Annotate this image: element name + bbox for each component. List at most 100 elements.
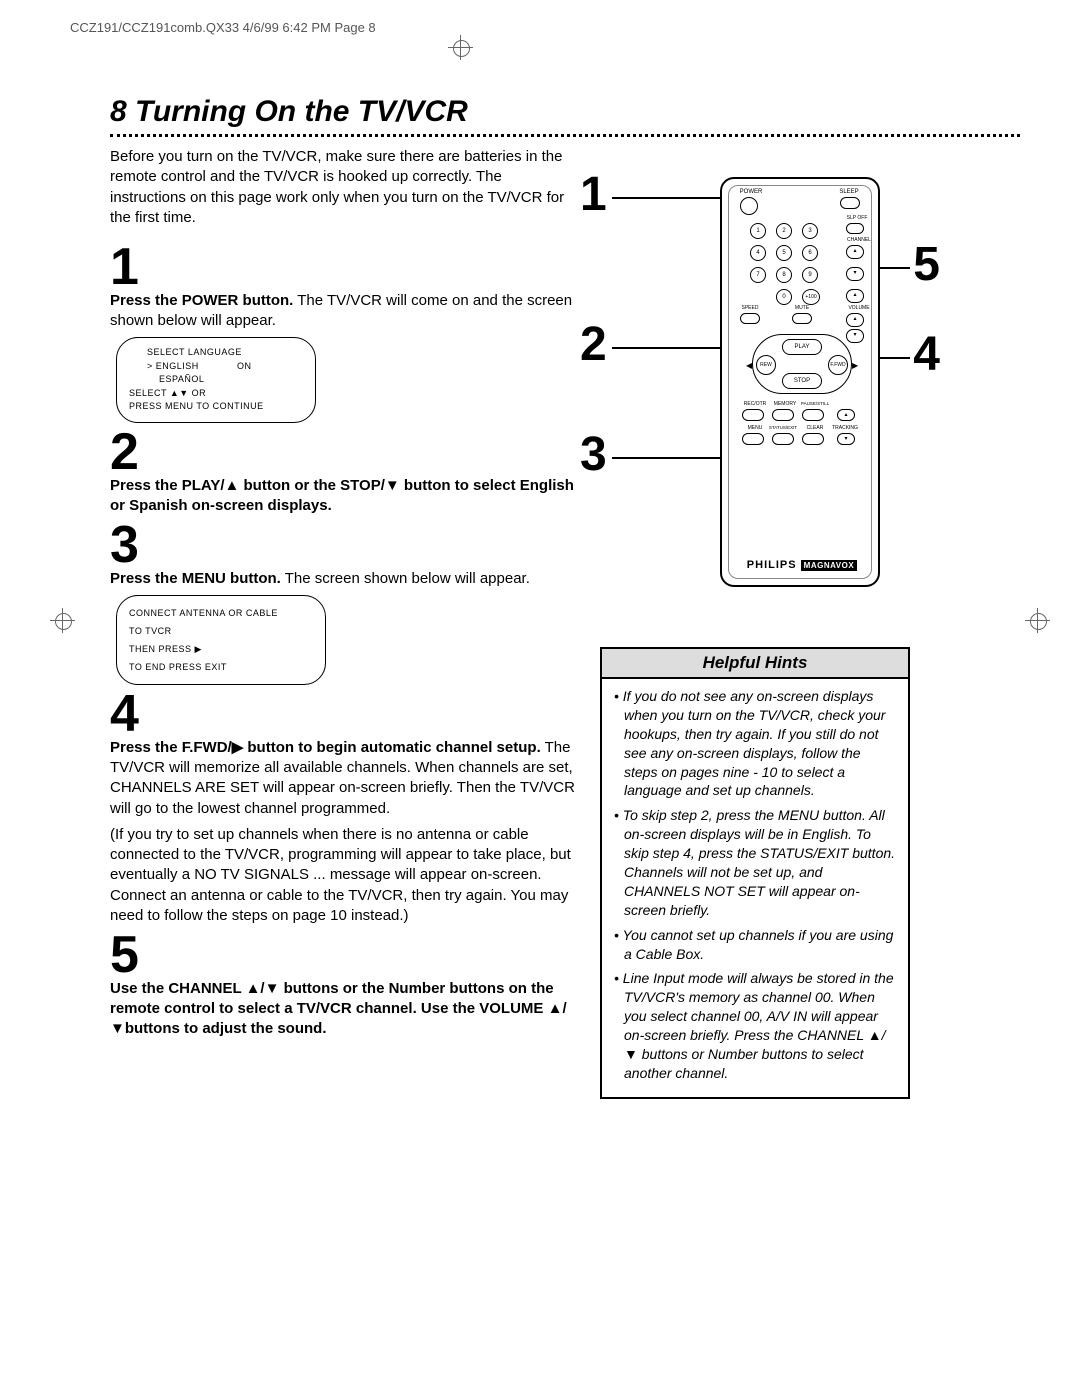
page-title: 8 Turning On the TV/VCR	[110, 95, 1020, 129]
page-number: 8	[110, 95, 127, 128]
num-8: 8	[776, 267, 792, 283]
sleep-button	[840, 197, 860, 209]
slpoff-button	[846, 223, 864, 234]
channel-up: ▴	[846, 245, 864, 259]
step-1-text: Press the POWER button. The TV/VCR will …	[110, 291, 580, 332]
osd2-l1: CONNECT ANTENNA OR CABLE	[129, 604, 313, 622]
plus100-button: +100	[802, 289, 820, 305]
right-column: 1 2 3 4 5 POWER SLEEP 1 2 3 4	[600, 147, 910, 1099]
num-3: 3	[802, 223, 818, 239]
hint-2: To skip step 2, press the MENU button. A…	[614, 806, 896, 919]
remote-diagram: 1 2 3 4 5 POWER SLEEP 1 2 3 4	[600, 177, 910, 607]
num-6: 6	[802, 245, 818, 261]
step-5-text: Use the CHANNEL ▲/▼ buttons or the Numbe…	[110, 979, 580, 1040]
power-button	[740, 197, 758, 215]
tracking-down: ▾	[837, 433, 855, 445]
callout-1: 1	[580, 167, 607, 222]
recotr-label: REC/OTR	[740, 401, 770, 407]
crop-mark-top	[460, 35, 461, 60]
step-4-text: Press the F.FWD/▶ button to begin automa…	[110, 738, 580, 819]
callout-2: 2	[580, 317, 607, 372]
remote-brand: PHILIPS MAGNAVOX	[722, 559, 882, 571]
step-3-text: Press the MENU button. The screen shown …	[110, 569, 580, 589]
volume-label: VOLUME	[844, 305, 874, 311]
memory-label: MEMORY	[770, 401, 800, 407]
speed-button	[740, 313, 760, 324]
remote-outline: POWER SLEEP 1 2 3 4 5 6 7 8 9 0 +100 SLP…	[720, 177, 880, 587]
num-0: 0	[776, 289, 792, 305]
num-2: 2	[776, 223, 792, 239]
status-label: STATUS/EXIT	[766, 425, 800, 430]
osd-connect-box: CONNECT ANTENNA OR CABLE TO TVCR THEN PR…	[116, 595, 326, 685]
stop-button: STOP	[782, 373, 822, 389]
clear-button	[802, 433, 824, 445]
tracking-up: ▴	[837, 409, 855, 421]
step-1-bold: Press the POWER button.	[110, 292, 293, 309]
step-1-number: 1	[110, 244, 580, 291]
mute-button	[792, 313, 812, 324]
callout-3-line	[612, 457, 732, 459]
play-button: PLAY	[782, 339, 822, 355]
step-2-number: 2	[110, 429, 580, 476]
callout-5: 5	[913, 237, 940, 292]
step-3-number: 3	[110, 522, 580, 569]
step-5-number: 5	[110, 932, 580, 979]
step-3-rest: The screen shown below will appear.	[281, 570, 530, 587]
status-button	[772, 433, 794, 445]
osd1-foot2: PRESS MENU TO CONTINUE	[129, 400, 303, 414]
step-2-text: Press the PLAY/▲ button or the STOP/▼ bu…	[110, 476, 580, 517]
brand-philips: PHILIPS	[747, 559, 797, 571]
hint-1: If you do not see any on-screen displays…	[614, 687, 896, 800]
osd1-english: > ENGLISH	[147, 360, 237, 374]
osd1-title: SELECT LANGUAGE	[129, 346, 303, 360]
mute-label: MUTE	[790, 305, 814, 311]
num-4: 4	[750, 245, 766, 261]
step-2-bold: Press the PLAY/▲ button or the STOP/▼ bu…	[110, 477, 574, 514]
ffwd-arrow-icon: ▶	[852, 361, 858, 370]
brand-magnavox: MAGNAVOX	[801, 560, 858, 571]
osd2-l2: TO TVCR	[129, 622, 313, 640]
crop-mark-left	[50, 620, 75, 621]
num-5: 5	[776, 245, 792, 261]
osd1-espanol: ESPAÑOL	[129, 373, 303, 387]
hints-title: Helpful Hints	[602, 649, 908, 679]
memory-button	[772, 409, 794, 421]
hint-4: Line Input mode will always be stored in…	[614, 969, 896, 1082]
hint-3: You cannot set up channels if you are us…	[614, 926, 896, 964]
doc-header: CCZ191/CCZ191comb.QX33 4/6/99 6:42 PM Pa…	[70, 20, 1020, 35]
vol-down: ▾	[846, 329, 864, 343]
left-column: Before you turn on the TV/VCR, make sure…	[110, 147, 580, 1099]
recotr-button	[742, 409, 764, 421]
num-7: 7	[750, 267, 766, 283]
hints-body: If you do not see any on-screen displays…	[602, 679, 908, 1097]
num-9: 9	[802, 267, 818, 283]
crop-mark-right	[1025, 620, 1050, 621]
clear-label: CLEAR	[800, 425, 830, 431]
pause-button	[802, 409, 824, 421]
title-text: Turning On the TV/VCR	[135, 95, 468, 128]
channel-extra: ▴	[846, 289, 864, 303]
callout-1-line	[612, 197, 722, 199]
callout-4: 4	[913, 327, 940, 382]
menu-button	[742, 433, 764, 445]
pause-label: PAUSE/STILL	[800, 401, 830, 406]
osd2-l4: TO END PRESS EXIT	[129, 658, 313, 676]
num-1: 1	[750, 223, 766, 239]
speed-label: SPEED	[738, 305, 762, 311]
helpful-hints-box: Helpful Hints If you do not see any on-s…	[600, 647, 910, 1099]
rew-arrow-icon: ◀	[746, 361, 752, 370]
ffwd-button: F.FWD	[828, 355, 848, 375]
osd2-l3: THEN PRESS ▶	[129, 640, 313, 658]
rew-button: REW	[756, 355, 776, 375]
tracking-label: TRACKING	[830, 425, 860, 431]
step-4-note: (If you try to set up channels when ther…	[110, 825, 580, 926]
step-4-bold: Press the F.FWD/▶ button to begin automa…	[110, 739, 541, 756]
osd-language-box: SELECT LANGUAGE > ENGLISHON ESPAÑOL SELE…	[116, 337, 316, 423]
sleep-label: SLEEP	[834, 189, 864, 195]
step-4-number: 4	[110, 691, 580, 738]
channel-label: CHANNEL	[844, 237, 874, 243]
title-dots	[110, 133, 1020, 137]
slpoff-label: SLP OFF	[842, 215, 872, 221]
power-label: POWER	[736, 189, 766, 195]
step-5-bold: Use the CHANNEL ▲/▼ buttons or the Numbe…	[110, 980, 567, 1038]
